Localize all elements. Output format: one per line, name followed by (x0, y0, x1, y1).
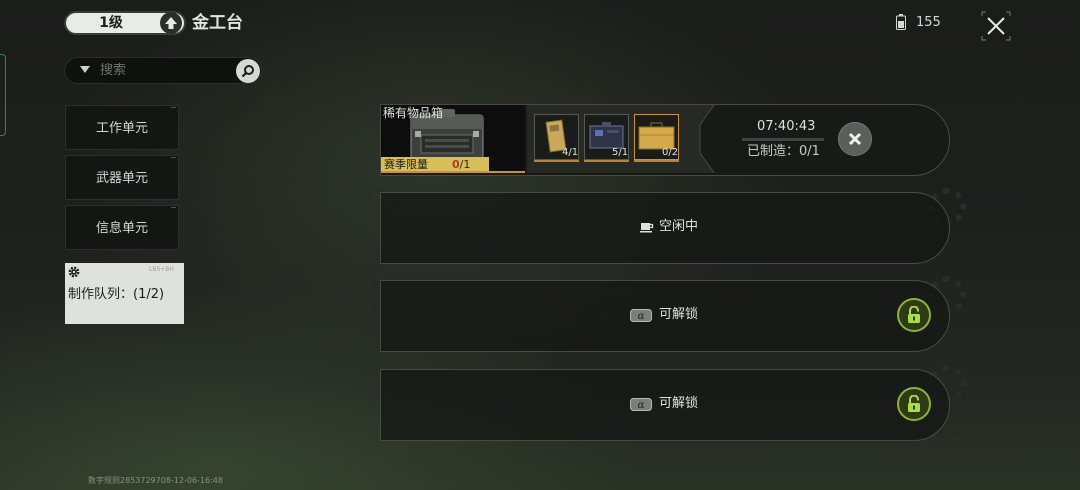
unlock-button[interactable] (897, 298, 931, 332)
alpha-badge-icon: α (630, 398, 652, 411)
season-limit-label: 赛季限量 (384, 158, 428, 171)
side-tab-handle[interactable] (0, 54, 6, 136)
material-bar (534, 160, 579, 162)
page-title: 金工台 (192, 13, 243, 33)
gear-icon (68, 266, 80, 278)
material-bar (584, 160, 629, 162)
unlock-button[interactable] (897, 387, 931, 421)
unlock-padlock-icon (908, 395, 920, 412)
material-count: 0/2 (662, 147, 679, 158)
season-limit-have: 0 (452, 158, 460, 171)
season-limit-count: 0/1 (452, 157, 470, 172)
unlock-status: 可解锁 (659, 307, 699, 322)
unit-tab-label: 工作单元 (95, 121, 148, 136)
coffee-cup-icon (640, 223, 654, 233)
unit-tab-info[interactable]: 信息单元 (65, 205, 179, 250)
search-bar[interactable] (64, 57, 262, 84)
level-up-button[interactable] (160, 12, 182, 34)
unlock-status: 可解锁 (659, 396, 699, 411)
craft-timer: 07:40:43 (757, 119, 816, 134)
item-name: 稀有物品箱 (383, 106, 444, 120)
corner-mark (171, 157, 176, 162)
watermark-text: 数字规则2853729708-12-06-16:48 (88, 476, 223, 485)
material-count: 5/1 (612, 147, 629, 158)
corner-mark (171, 107, 176, 112)
svg-text:α: α (638, 311, 645, 322)
search-input[interactable]: 搜索 (100, 62, 126, 80)
craft-queue-label: 制作队列：(1/2) (68, 287, 165, 302)
close-icon (848, 132, 862, 146)
filter-dropdown-icon[interactable] (80, 66, 90, 73)
crafted-count: 已制造：0/1 (747, 144, 820, 159)
gear-decoration (928, 430, 966, 468)
queue-tag: LB5+BH (149, 266, 174, 273)
unit-tab-label: 信息单元 (95, 221, 148, 236)
idle-status: 空闲中 (659, 219, 699, 234)
season-limit-total: /1 (459, 158, 471, 171)
unit-tab-weapon[interactable]: 武器单元 (65, 155, 179, 200)
cancel-craft-button[interactable] (838, 122, 872, 156)
unit-tab-label: 武器单元 (95, 171, 148, 186)
currency-amount: 155 (916, 15, 941, 30)
search-button[interactable] (236, 59, 260, 83)
close-icon (981, 11, 1011, 41)
slot-divider-notch (690, 105, 715, 173)
svg-text:α: α (638, 400, 645, 411)
battery-currency-icon (896, 14, 906, 30)
timer-progress (742, 138, 824, 141)
material-count: 4/1 (562, 147, 579, 158)
upgrade-arrow-icon (165, 17, 177, 29)
material-bar (634, 160, 679, 162)
corner-mark (171, 207, 176, 212)
season-limit-underline (381, 171, 525, 173)
unit-tab-work[interactable]: 工作单元 (65, 105, 179, 150)
close-button[interactable] (980, 10, 1012, 42)
level-label: 1级 (99, 15, 123, 31)
unlock-padlock-icon (908, 306, 920, 323)
search-icon (241, 65, 254, 78)
alpha-badge-icon: α (630, 309, 652, 322)
